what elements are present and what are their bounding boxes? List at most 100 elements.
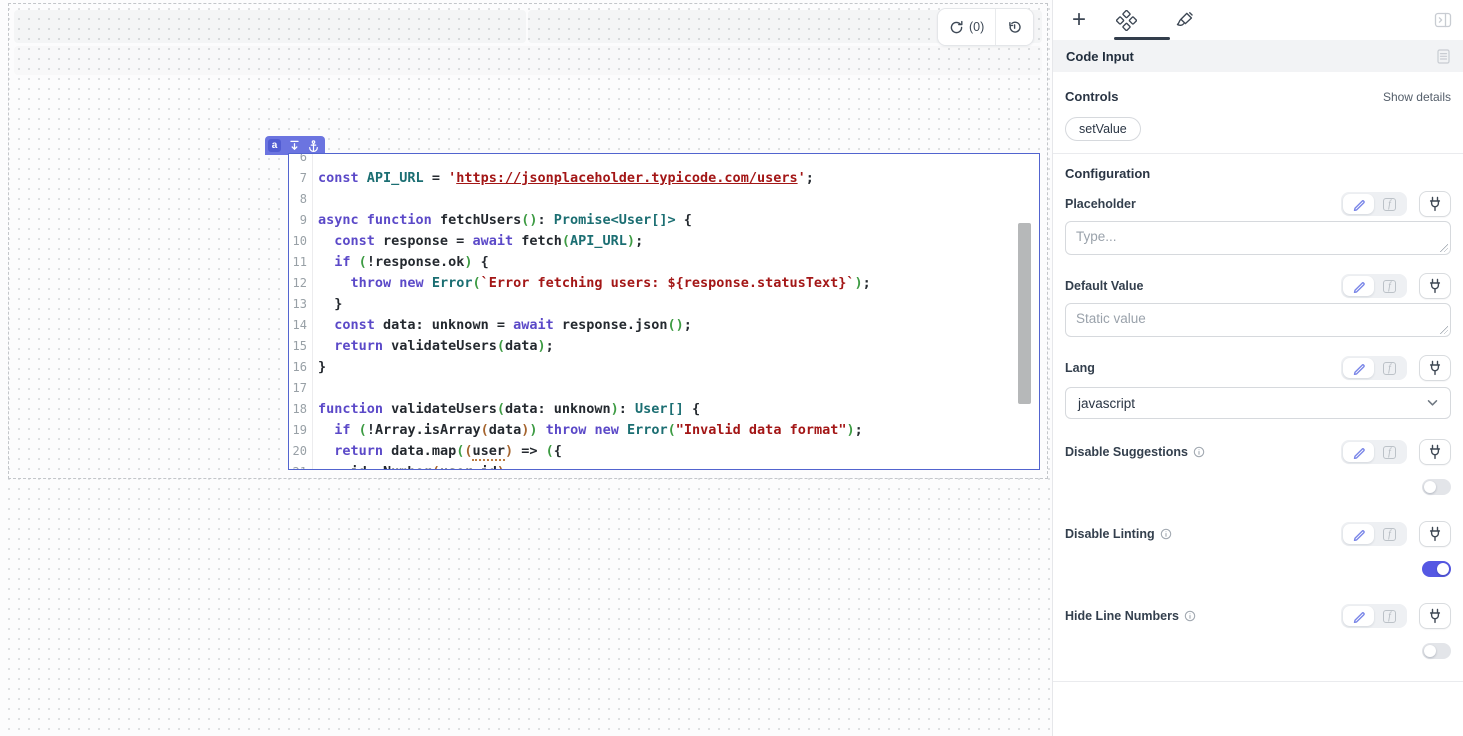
placeholder-input[interactable]: [1065, 221, 1451, 255]
widget-name-header[interactable]: Code Input: [1053, 40, 1463, 72]
code-line[interactable]: 16}: [289, 357, 1039, 378]
binding-mode-cluster: f: [1341, 521, 1451, 547]
edit-mode-segmented: f: [1341, 522, 1407, 546]
collapse-panel-icon[interactable]: [1434, 11, 1452, 29]
property-row-hide-line-numbers: Hide Line Numbers f: [1065, 603, 1451, 659]
widget-placeholder[interactable]: [14, 46, 1042, 75]
hide-line-numbers-toggle[interactable]: [1422, 643, 1451, 659]
code-line[interactable]: 21 id: Number(user.id),: [289, 462, 1039, 470]
code-line[interactable]: 19 if (!Array.isArray(data)) throw new E…: [289, 420, 1039, 441]
code-text: id: Number(user.id),: [313, 462, 513, 470]
edit-mode-segmented: f: [1341, 356, 1407, 380]
chevron-down-icon: [1427, 399, 1438, 407]
code-line[interactable]: 18function validateUsers(data: unknown):…: [289, 399, 1039, 420]
default-value-input[interactable]: [1065, 303, 1451, 337]
code-line[interactable]: 15 return validateUsers(data);: [289, 336, 1039, 357]
fx-icon: f: [1383, 610, 1396, 623]
property-label: Disable Suggestions: [1065, 445, 1205, 459]
pencil-icon-button[interactable]: [1343, 194, 1374, 214]
plug-icon-button[interactable]: [1419, 191, 1451, 217]
tab-insert[interactable]: +: [1053, 0, 1097, 40]
pencil-icon-button[interactable]: [1343, 606, 1374, 626]
property-row-lang: Langfjavascript: [1065, 355, 1451, 419]
code-editor[interactable]: 67const API_URL = 'https://jsonplacehold…: [289, 153, 1039, 470]
plug-icon-button[interactable]: [1419, 355, 1451, 381]
binding-mode-cluster: f: [1341, 191, 1451, 217]
pencil-icon-button[interactable]: [1343, 276, 1374, 296]
disable-suggestions-toggle[interactable]: [1422, 479, 1451, 495]
code-text: [313, 378, 318, 399]
resize-handle[interactable]: [1440, 244, 1448, 252]
code-line[interactable]: 7const API_URL = 'https://jsonplaceholde…: [289, 168, 1039, 189]
components-icon: [1116, 10, 1137, 31]
property-row-disable-linting: Disable Lintingf: [1065, 521, 1451, 577]
line-number: 6: [289, 153, 313, 168]
line-number: 12: [289, 273, 313, 294]
fx-icon: f: [1383, 362, 1396, 375]
edit-mode-segmented: f: [1341, 274, 1407, 298]
code-text: if (!Array.isArray(data)) throw new Erro…: [313, 420, 863, 441]
tab-components[interactable]: [1097, 0, 1155, 40]
code-line[interactable]: 13 }: [289, 294, 1039, 315]
code-text: const data: unknown = await response.jso…: [313, 315, 692, 336]
app-canvas[interactable]: (0) a 67const API_URL = 'https://jsonpla…: [0, 0, 1052, 736]
editor-scrollbar-thumb[interactable]: [1018, 223, 1031, 404]
line-number: 20: [289, 441, 313, 462]
widget-placeholder[interactable]: [14, 10, 526, 43]
pencil-icon-button[interactable]: [1343, 524, 1374, 544]
binding-mode-cluster: f: [1341, 439, 1451, 465]
fx-icon-button[interactable]: f: [1374, 194, 1405, 214]
line-number: 19: [289, 420, 313, 441]
info-icon[interactable]: [1160, 528, 1172, 540]
fx-icon-button[interactable]: f: [1374, 524, 1405, 544]
fx-icon-button[interactable]: f: [1374, 606, 1405, 626]
code-text: const response = await fetch(API_URL);: [313, 231, 643, 252]
history-button[interactable]: [995, 9, 1033, 45]
line-number: 9: [289, 210, 313, 231]
plug-icon-button[interactable]: [1419, 273, 1451, 299]
toggle-knob: [1424, 645, 1436, 657]
line-number: 16: [289, 357, 313, 378]
pencil-icon-button[interactable]: [1343, 358, 1374, 378]
code-line[interactable]: 20 return data.map((user) => ({: [289, 441, 1039, 462]
property-row-disable-suggestions: Disable Suggestions f: [1065, 439, 1451, 495]
setvalue-method-chip[interactable]: setValue: [1065, 117, 1141, 141]
fx-icon-button[interactable]: f: [1374, 358, 1405, 378]
fx-icon-button[interactable]: f: [1374, 442, 1405, 462]
configuration-section-title: Configuration: [1065, 166, 1150, 181]
plug-icon-button[interactable]: [1419, 439, 1451, 465]
pencil-icon-button[interactable]: [1343, 442, 1374, 462]
code-line[interactable]: 17: [289, 378, 1039, 399]
active-tab-indicator: [1114, 37, 1170, 40]
code-line[interactable]: 11 if (!response.ok) {: [289, 252, 1039, 273]
code-line[interactable]: 10 const response = await fetch(API_URL)…: [289, 231, 1039, 252]
plug-icon-button[interactable]: [1419, 603, 1451, 629]
plug-icon-button[interactable]: [1419, 521, 1451, 547]
code-line[interactable]: 14 const data: unknown = await response.…: [289, 315, 1039, 336]
info-icon[interactable]: [1193, 446, 1205, 458]
anchor-icon[interactable]: [308, 140, 319, 152]
code-line[interactable]: 8: [289, 189, 1039, 210]
show-details-link[interactable]: Show details: [1383, 90, 1451, 104]
info-icon[interactable]: [1184, 610, 1196, 622]
lang-select[interactable]: javascript: [1065, 387, 1451, 419]
resize-handle[interactable]: [1440, 326, 1448, 334]
property-label: Hide Line Numbers: [1065, 609, 1196, 623]
tab-styles[interactable]: [1155, 0, 1213, 40]
fx-icon-button[interactable]: f: [1374, 276, 1405, 296]
code-line[interactable]: 12 throw new Error(`Error fetching users…: [289, 273, 1039, 294]
controls-section-title: Controls: [1065, 89, 1118, 104]
docs-icon[interactable]: [1437, 49, 1450, 64]
disable-linting-toggle[interactable]: [1422, 561, 1451, 577]
code-input-widget[interactable]: 67const API_URL = 'https://jsonplacehold…: [288, 153, 1040, 470]
line-number: 18: [289, 399, 313, 420]
fx-icon: f: [1383, 528, 1396, 541]
code-line[interactable]: 9async function fetchUsers(): Promise<Us…: [289, 210, 1039, 231]
widget-type-icon: a: [268, 139, 281, 152]
code-line[interactable]: 6: [289, 153, 1039, 168]
line-number: 14: [289, 315, 313, 336]
fx-icon: f: [1383, 198, 1396, 211]
line-number: 17: [289, 378, 313, 399]
refresh-button[interactable]: (0): [938, 9, 995, 45]
expand-down-icon[interactable]: [289, 140, 300, 152]
